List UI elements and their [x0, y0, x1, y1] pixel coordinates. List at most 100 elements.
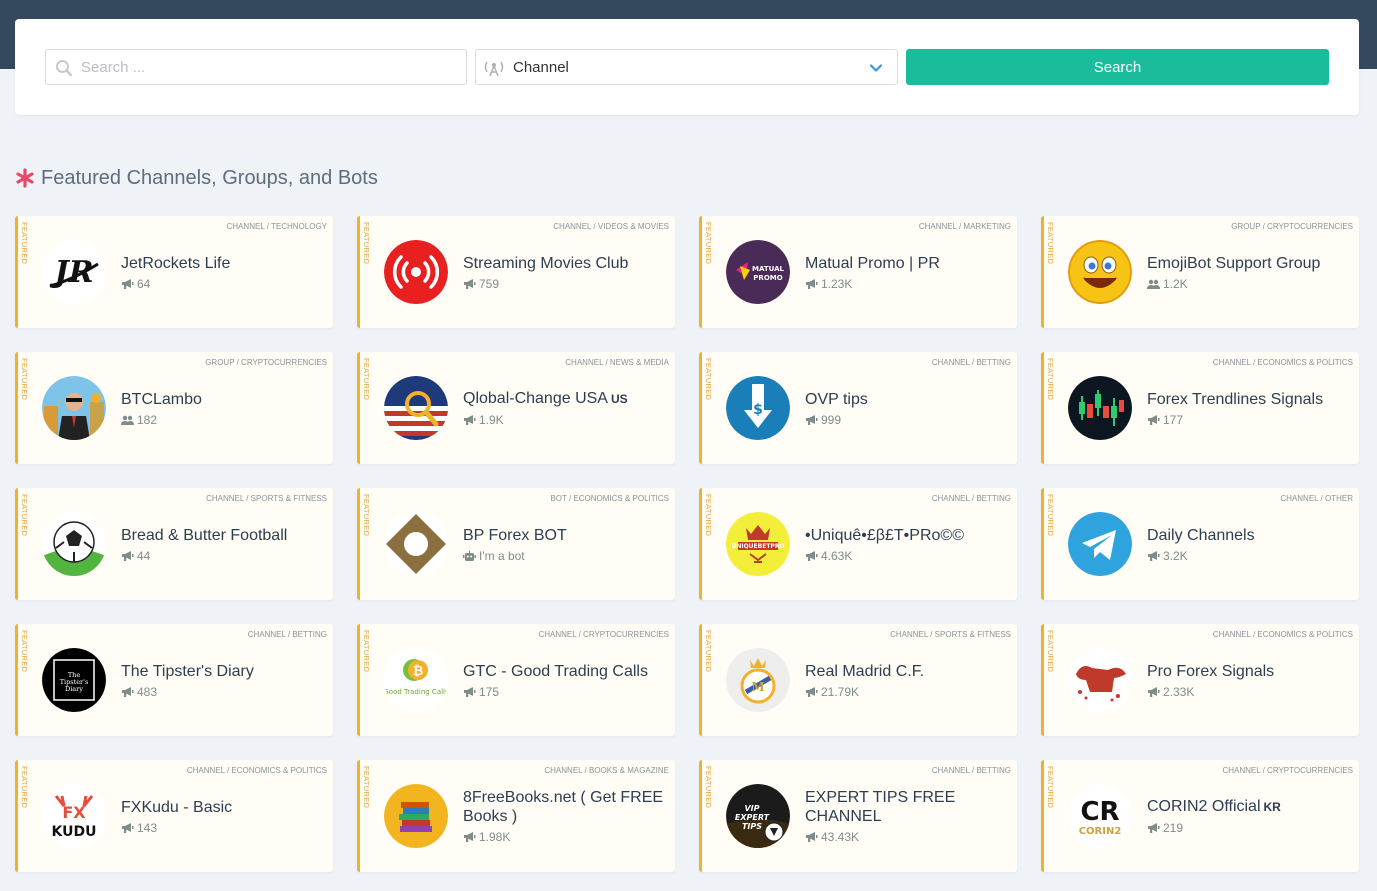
corin2-logo: CR CORIN2 [1068, 784, 1132, 848]
svg-text:FX: FX [62, 803, 86, 822]
megaphone-icon [806, 278, 818, 289]
card-title[interactable]: BTCLambo [121, 390, 325, 409]
megaphone-icon [464, 278, 476, 289]
card-pro-forex-signals[interactable]: FEATURED CHANNEL / ECONOMICS & POLITICS … [1041, 624, 1359, 736]
member-count: 1.9K [479, 413, 504, 427]
card-btclambo[interactable]: FEATURED GROUP / CRYPTOCURRENCIES BTCLam… [15, 352, 333, 464]
card-title[interactable]: 8FreeBooks.net ( Get FREE Books ) [463, 788, 667, 826]
card-fxkudu-basic[interactable]: FEATURED CHANNEL / ECONOMICS & POLITICS … [15, 760, 333, 872]
matual-promo-logo: MATUAL PROMO [726, 240, 790, 304]
search-box[interactable] [45, 49, 467, 85]
card-uniqu-t-pro[interactable]: FEATURED CHANNEL / BETTING UNIQUEBETPRO … [699, 488, 1017, 600]
svg-text:PROMO: PROMO [753, 274, 782, 282]
books-stack [384, 784, 448, 848]
featured-label: FEATURED [362, 630, 371, 673]
emoji-face [1068, 240, 1132, 304]
card-the-tipster-s-diary[interactable]: FEATURED CHANNEL / BETTING The Tipster's… [15, 624, 333, 736]
featured-label: FEATURED [704, 766, 713, 809]
telegram-plane [1068, 512, 1132, 576]
card-corin2-official[interactable]: FEATURED CHANNEL / CRYPTOCURRENCIES CR CO… [1041, 760, 1359, 872]
svg-text:₿: ₿ [413, 664, 424, 679]
card-title[interactable]: FXKudu - Basic [121, 798, 325, 817]
card-title[interactable]: OVP tips [805, 390, 1009, 409]
card-title[interactable]: EmojiBot Support Group [1147, 254, 1351, 273]
card-title[interactable]: CORIN2 Official KR [1147, 797, 1351, 817]
featured-label: FEATURED [20, 494, 29, 537]
card-forex-trendlines-signals[interactable]: FEATURED CHANNEL / ECONOMICS & POLITICS … [1041, 352, 1359, 464]
card-title[interactable]: Bread & Butter Football [121, 526, 325, 545]
search-input[interactable] [81, 50, 461, 84]
card-streaming-movies-club[interactable]: FEATURED CHANNEL / VIDEOS & MOVIES Strea… [357, 216, 675, 328]
dollar-arrow: $ [726, 376, 790, 440]
megaphone-icon [1148, 823, 1160, 833]
megaphone-icon [1148, 550, 1160, 561]
card-title[interactable]: Matual Promo | PR [805, 254, 1009, 273]
section-title: Featured Channels, Groups, and Bots [41, 166, 378, 189]
country-code: US [610, 392, 628, 406]
fxkudu-logo: FX KUDU [42, 784, 106, 848]
jetrockets-logo: JR [42, 240, 106, 304]
megaphone-icon [806, 550, 818, 561]
member-count: 143 [137, 820, 158, 835]
users-icon [1147, 279, 1160, 289]
card-qlobal-change-usa[interactable]: FEATURED CHANNEL / NEWS & MEDIA Qlobal-C… [357, 352, 675, 464]
card-members: I'm a bot [463, 549, 667, 563]
search-button[interactable]: Search [906, 49, 1329, 85]
featured-label: FEATURED [1046, 766, 1055, 809]
member-count: 999 [821, 412, 842, 427]
megaphone-icon [464, 415, 476, 425]
card-matual-promo-pr[interactable]: FEATURED CHANNEL / MARKETING MATUAL PROMO… [699, 216, 1017, 328]
featured-label: FEATURED [704, 222, 713, 265]
card-bp-forex-bot[interactable]: FEATURED BOT / ECONOMICS & POLITICS BP F… [357, 488, 675, 600]
member-count: 2.33K [1163, 684, 1195, 699]
robot-icon [463, 550, 476, 561]
card-members: 1.2K [1147, 277, 1351, 291]
logo-text: The Tipster's Diary [59, 672, 89, 693]
card-members: 21.79K [805, 685, 1009, 699]
card-title[interactable]: Streaming Movies Club [463, 254, 667, 273]
card-gtc-good-trading-calls[interactable]: FEATURED CHANNEL / CRYPTOCURRENCIES ₿ Goo… [357, 624, 675, 736]
card-title[interactable]: Daily Channels [1147, 526, 1351, 545]
card-title[interactable]: Qlobal-Change USA US [463, 389, 667, 409]
users-icon [121, 415, 134, 425]
card-members: 483 [121, 685, 325, 699]
card-ovp-tips[interactable]: FEATURED CHANNEL / BETTING $ OVP tips 99… [699, 352, 1017, 464]
card-emojibot-support-group[interactable]: FEATURED GROUP / CRYPTOCURRENCIES EmojiB… [1041, 216, 1359, 328]
svg-text:$: $ [753, 402, 763, 418]
card-real-madrid-c-f[interactable]: FEATURED CHANNEL / SPORTS & FITNESS M Re… [699, 624, 1017, 736]
card-title[interactable]: Real Madrid C.F. [805, 662, 1009, 681]
country-code: KR [1263, 800, 1281, 814]
featured-label: FEATURED [362, 222, 371, 265]
type-select[interactable]: Channel [475, 49, 898, 85]
member-count: 1.2K [1163, 276, 1188, 291]
card-title[interactable]: BP Forex BOT [463, 526, 667, 545]
card-members: 182 [121, 413, 325, 427]
card-title[interactable]: EXPERT TIPS FREE CHANNEL [805, 788, 1009, 826]
member-count: I'm a bot [479, 548, 525, 563]
megaphone-icon [122, 550, 134, 561]
card-jetrockets-life[interactable]: FEATURED CHANNEL / TECHNOLOGY JR JetRock… [15, 216, 333, 328]
card-title[interactable]: GTC - Good Trading Calls [463, 662, 667, 681]
card-members: 43.43K [805, 830, 1009, 844]
megaphone-icon [806, 686, 818, 697]
member-count: 182 [137, 412, 158, 427]
member-count: 759 [479, 276, 500, 291]
card-title[interactable]: •Uniquê•£β£T•PRo©© [805, 526, 1009, 545]
member-count: 175 [479, 684, 500, 699]
card-daily-channels[interactable]: FEATURED CHANNEL / OTHER Daily Channels … [1041, 488, 1359, 600]
card-members: 143 [121, 821, 325, 835]
card-title[interactable]: Forex Trendlines Signals [1147, 390, 1351, 409]
card-8freebooks-net-get-free-books[interactable]: FEATURED CHANNEL / BOOKS & MAGAZINE 8Fre… [357, 760, 675, 872]
megaphone-icon [122, 278, 134, 289]
card-bread-butter-football[interactable]: FEATURED CHANNEL / SPORTS & FITNESS Brea… [15, 488, 333, 600]
card-title[interactable]: The Tipster's Diary [121, 662, 325, 681]
card-members: 177 [1147, 413, 1351, 427]
logo-text: Good Trading Calls [384, 688, 448, 696]
card-title[interactable]: Pro Forex Signals [1147, 662, 1351, 681]
member-count: 177 [1163, 412, 1184, 427]
svg-text:CR: CR [1080, 797, 1119, 827]
card-expert-tips-free-channel[interactable]: FEATURED CHANNEL / BETTING VIP EXPERT TI… [699, 760, 1017, 872]
businessman-avatar [42, 376, 106, 440]
featured-label: FEATURED [704, 630, 713, 673]
card-title[interactable]: JetRockets Life [121, 254, 325, 273]
